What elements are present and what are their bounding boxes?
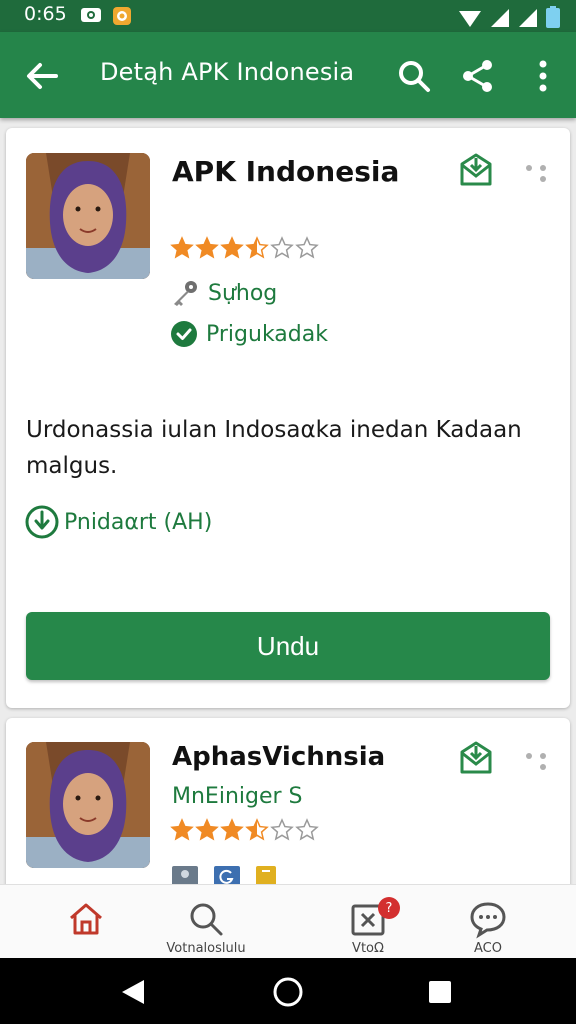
app-avatar: [26, 742, 150, 868]
nav-label: VtoΩ: [352, 941, 384, 956]
app-detail-card: APK Indonesia Sựhog Prigukadak Urdonassi…: [6, 128, 570, 708]
avatar-image: [26, 153, 150, 279]
system-recents-icon[interactable]: [428, 980, 452, 1004]
notification-badge: ?: [378, 897, 400, 919]
status-notification-icons: [80, 6, 132, 26]
bottom-navigation: Votnaloslulu ? VtoΩ ACO: [0, 884, 576, 958]
back-button[interactable]: [22, 56, 62, 96]
more-vert-icon: [539, 60, 547, 92]
key-info-label: Sựhog: [208, 280, 278, 306]
nav-label: Votnaloslulu: [166, 941, 246, 956]
system-home-icon[interactable]: [272, 976, 304, 1008]
bookmark-button[interactable]: [458, 152, 494, 188]
nav-chat[interactable]: ACO: [448, 899, 528, 959]
share-icon: [463, 60, 492, 92]
nav-apps[interactable]: ? VtoΩ: [328, 897, 408, 959]
notification-icon: [81, 8, 101, 22]
key-icon: [174, 281, 197, 306]
app-name: AphasVichnsia: [172, 742, 386, 772]
star-icon: [195, 236, 219, 259]
search-icon: [190, 903, 223, 936]
avatar-image: [26, 742, 150, 868]
card-menu-button[interactable]: [522, 160, 550, 186]
signal-icon-2: [519, 9, 537, 27]
star-icon: [195, 818, 219, 841]
dots-icon: [526, 753, 546, 770]
star-icon: [220, 818, 244, 841]
app-avatar: [26, 153, 150, 279]
star-empty-icon: [295, 236, 319, 259]
star-empty-icon: [270, 818, 294, 841]
dots-icon: [526, 165, 546, 182]
nav-home[interactable]: [46, 899, 126, 959]
more-options-button[interactable]: [528, 56, 558, 96]
rating-stars: [170, 236, 319, 260]
star-empty-icon: [295, 818, 319, 841]
home-icon: [70, 903, 102, 935]
search-button[interactable]: [394, 56, 434, 96]
status-system-icons: [458, 6, 560, 28]
verified-row: Prigukadak: [170, 320, 328, 348]
download-button[interactable]: Undu: [26, 612, 550, 680]
status-time: 0:65: [24, 3, 67, 25]
search-icon: [399, 61, 430, 92]
check-circle-icon: [171, 321, 197, 347]
star-icon: [170, 236, 194, 259]
rating-stars: [170, 818, 319, 842]
share-button[interactable]: [458, 56, 498, 96]
system-navigation-bar: [0, 958, 576, 1024]
card-menu-button[interactable]: [522, 748, 550, 774]
app-description: Urdonassia iulan Indosaαka inedan Kadaan…: [26, 417, 522, 479]
star-half-icon: [245, 236, 269, 259]
key-info-row: Sựhog: [170, 278, 277, 308]
inbox-download-icon: [460, 741, 492, 774]
inbox-download-icon: [460, 153, 492, 186]
page-title: Detąh APK Indonesia: [100, 58, 355, 86]
size-label: Pnidaαrt (AH): [64, 509, 213, 535]
star-icon: [170, 818, 194, 841]
star-icon: [220, 236, 244, 259]
arrow-back-icon: [27, 63, 58, 89]
nav-search[interactable]: Votnaloslulu: [166, 899, 246, 959]
star-half-icon: [245, 818, 269, 841]
download-circle-icon: [25, 505, 59, 539]
size-info-row: Pnidaαrt (AH): [24, 504, 212, 540]
verified-label: Prigukadak: [206, 321, 328, 347]
nav-label: ACO: [474, 941, 502, 956]
bookmark-button[interactable]: [458, 740, 494, 776]
battery-icon: [546, 6, 560, 28]
status-bar: 0:65: [0, 0, 576, 32]
system-back-icon[interactable]: [120, 978, 146, 1006]
signal-icon: [491, 9, 509, 27]
chat-icon: [470, 902, 506, 939]
app-bar: Detąh APK Indonesia: [0, 32, 576, 118]
app-name: APK Indonesia: [172, 155, 400, 188]
star-empty-icon: [270, 236, 294, 259]
developer-name: MnEiniger S: [172, 784, 303, 809]
app-notification-icon: [113, 7, 131, 25]
wifi-icon: [459, 11, 481, 27]
